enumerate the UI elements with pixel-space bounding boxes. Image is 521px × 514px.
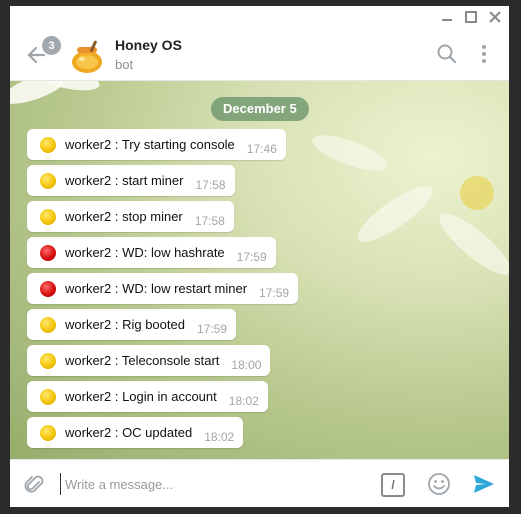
message-text: worker2 : WD: low hashrate <box>65 245 225 260</box>
message-bubble[interactable]: worker2 : Teleconsole start 18:00 <box>27 345 271 376</box>
message-time: 17:58 <box>194 213 225 228</box>
minimize-icon[interactable] <box>438 8 456 26</box>
message-bubble[interactable]: worker2 : Login in account 18:02 <box>27 381 268 412</box>
honey-pot-avatar[interactable] <box>68 37 106 75</box>
message-text: worker2 : start miner <box>65 173 184 188</box>
chat-subtitle: bot <box>115 57 134 72</box>
unread-count-badge: 3 <box>42 36 61 55</box>
message-text: worker2 : stop miner <box>65 209 183 224</box>
more-vertical-icon[interactable] <box>476 42 492 66</box>
background-daisy-petal <box>308 128 392 178</box>
message-bubble[interactable]: worker2 : Try starting console 17:46 <box>27 129 286 160</box>
background-daisy-petal <box>350 177 440 251</box>
message-time: 17:59 <box>259 285 290 300</box>
message-text: worker2 : Rig booted <box>65 317 185 332</box>
telegram-window: 3 Honey OS bot December 5 worker2: Try … <box>10 6 509 507</box>
message-time: 17:58 <box>195 177 226 192</box>
background-daisy-petal <box>432 205 509 283</box>
message-text: worker2 : Teleconsole start <box>65 353 220 368</box>
message-bubble[interactable]: worker2 : stop miner 17:58 <box>27 201 234 232</box>
yellow-circle-icon <box>40 316 56 333</box>
yellow-circle-icon <box>40 424 56 441</box>
message-bubble[interactable]: worker2 : WD: low hashrate 17:59 <box>27 237 276 268</box>
yellow-circle-icon <box>40 208 56 225</box>
date-separator: December 5 <box>211 97 309 121</box>
message-text: worker2 : Login in account <box>65 389 217 404</box>
red-circle-icon <box>40 244 56 261</box>
close-icon[interactable] <box>486 8 504 26</box>
message-list[interactable]: December 5 worker2 : Try starting consol… <box>10 81 509 459</box>
chat-header: 3 Honey OS bot <box>10 28 509 81</box>
message-bubble[interactable]: worker2 : Rig booted 17:59 <box>27 309 236 340</box>
message-time: 18:02 <box>204 429 235 444</box>
paperclip-icon[interactable] <box>23 473 45 497</box>
message-text: worker2 : Try starting console <box>65 137 235 152</box>
message-bubble[interactable]: worker2 : WD: low restart miner 17:59 <box>27 273 299 304</box>
maximize-icon[interactable] <box>462 8 480 26</box>
message-time: 17:46 <box>246 141 277 156</box>
message-input[interactable] <box>60 473 365 495</box>
yellow-circle-icon <box>40 352 56 369</box>
message-time: 18:02 <box>228 393 259 408</box>
message-text: worker2 : WD: low restart miner <box>65 281 248 296</box>
bot-commands-button[interactable]: / <box>381 473 405 497</box>
title-bar <box>10 6 509 28</box>
yellow-circle-icon <box>40 172 56 189</box>
search-icon[interactable] <box>435 42 459 66</box>
message-composer: / <box>10 459 509 507</box>
yellow-circle-icon <box>40 388 56 405</box>
message-text: worker2 : OC updated <box>65 425 193 440</box>
background-daisy-center <box>460 176 494 210</box>
red-circle-icon <box>40 280 56 297</box>
message-bubble[interactable]: worker2 : OC updated 18:02 <box>27 417 244 448</box>
send-icon[interactable] <box>472 473 496 495</box>
chat-title[interactable]: Honey OS <box>115 37 182 53</box>
message-time: 17:59 <box>196 321 227 336</box>
emoji-icon[interactable] <box>427 472 451 496</box>
message-time: 18:00 <box>231 357 262 372</box>
yellow-circle-icon <box>40 136 56 153</box>
message-bubble[interactable]: worker2 : start miner 17:58 <box>27 165 235 196</box>
message-time: 17:59 <box>236 249 267 264</box>
